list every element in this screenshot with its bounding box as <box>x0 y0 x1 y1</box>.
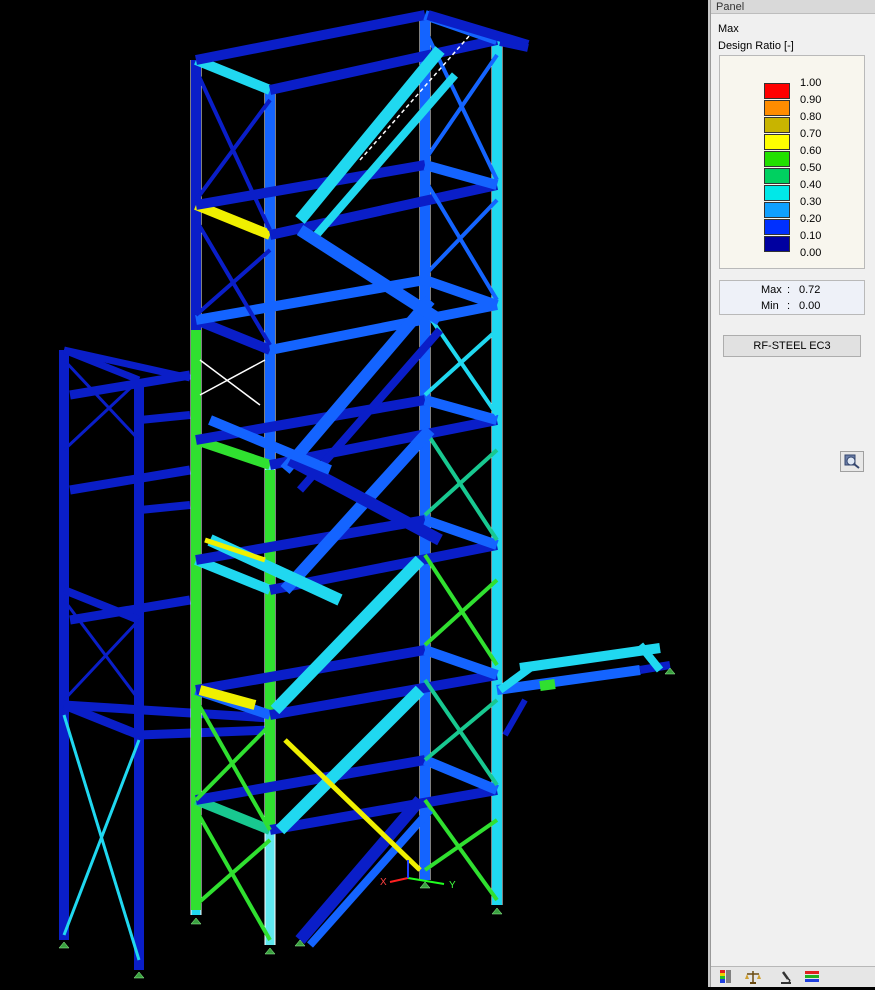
results-panel: Panel Max Design Ratio [-] 1.00 0.90 0.80 0… <box>711 0 875 987</box>
support-node <box>419 881 431 889</box>
microscope-icon[interactable] <box>777 969 795 985</box>
legend-value: 1.00 <box>800 77 822 89</box>
member <box>62 739 141 936</box>
cable <box>199 359 266 396</box>
max-colon: : <box>787 284 791 296</box>
panel-toolbar <box>711 966 875 987</box>
legend-value: 0.40 <box>800 179 822 191</box>
beam <box>539 679 556 691</box>
legend-value: 0.60 <box>800 145 822 157</box>
beam <box>423 395 499 425</box>
member <box>62 618 141 702</box>
brace <box>423 818 499 872</box>
y-axis-label: Y <box>449 880 456 891</box>
legend-swatch <box>764 185 790 201</box>
legend-value: 0.70 <box>800 128 822 140</box>
legend-value: 0.80 <box>800 111 822 123</box>
legend-swatch <box>764 134 790 150</box>
legend-swatch <box>764 151 790 167</box>
member <box>139 411 191 424</box>
legend-swatch <box>764 236 790 252</box>
min-value: 0.00 <box>799 300 821 312</box>
max-min-summary: Max : 0.72 Min : 0.00 <box>719 280 865 315</box>
color-scale-icon[interactable] <box>717 969 735 985</box>
support-node <box>264 947 276 955</box>
color-legend: 1.00 0.90 0.80 0.70 0.60 0.50 0.40 0.30 0.20 0.10… <box>719 55 865 269</box>
legend-swatch <box>764 202 790 218</box>
min-label: Min <box>761 300 779 312</box>
legend-value: 0.50 <box>800 162 822 174</box>
brace <box>423 578 499 647</box>
structure-3d-view[interactable]: X Y <box>0 0 708 987</box>
legend-swatch <box>764 168 790 184</box>
stair <box>307 807 433 948</box>
legend-value: 0.90 <box>800 94 822 106</box>
model-viewport[interactable]: X Y <box>0 0 708 987</box>
max-value: 0.72 <box>799 284 821 296</box>
legend-value: 0.20 <box>800 213 822 225</box>
beam <box>269 300 498 355</box>
support-node <box>58 941 70 949</box>
scale-balance-icon[interactable] <box>744 969 762 985</box>
panel-heading: Max <box>718 23 739 35</box>
legend-value: 0.10 <box>800 230 822 242</box>
beam <box>423 160 499 190</box>
module-button[interactable]: RF-STEEL EC3 <box>723 335 861 357</box>
beam <box>519 643 661 673</box>
x-axis-label: X <box>380 877 387 888</box>
stair <box>308 72 459 243</box>
member <box>69 465 191 495</box>
max-label: Max <box>761 284 782 296</box>
legend-swatch <box>764 100 790 116</box>
brace <box>423 53 499 162</box>
beam <box>423 645 499 680</box>
bars-icon[interactable] <box>803 969 821 985</box>
legend-swatch <box>764 117 790 133</box>
beam <box>268 35 499 95</box>
panel-subheading: Design Ratio [-] <box>718 40 794 52</box>
brace <box>423 198 499 277</box>
legend-value: 0.30 <box>800 196 822 208</box>
member <box>139 501 191 514</box>
brace <box>194 98 272 202</box>
magnifier-icon <box>844 454 860 469</box>
beam <box>502 698 528 737</box>
beam <box>195 10 426 65</box>
x-axis-arrow <box>389 877 409 883</box>
member <box>138 725 271 740</box>
support-node <box>491 907 503 915</box>
beam <box>423 755 499 795</box>
steel-members <box>59 10 671 970</box>
brace <box>423 698 499 762</box>
beam <box>194 55 272 95</box>
legend-value: 0.00 <box>800 247 822 259</box>
panel-title: Panel <box>711 0 875 14</box>
legend-swatch <box>764 83 790 99</box>
brace <box>423 798 499 902</box>
brace <box>194 838 272 907</box>
legend-swatch <box>764 219 790 235</box>
stair <box>296 224 444 326</box>
zoom-button[interactable] <box>840 451 864 472</box>
support-node <box>190 917 202 925</box>
min-colon: : <box>787 300 791 312</box>
brace <box>423 448 499 517</box>
support-node <box>133 971 145 979</box>
